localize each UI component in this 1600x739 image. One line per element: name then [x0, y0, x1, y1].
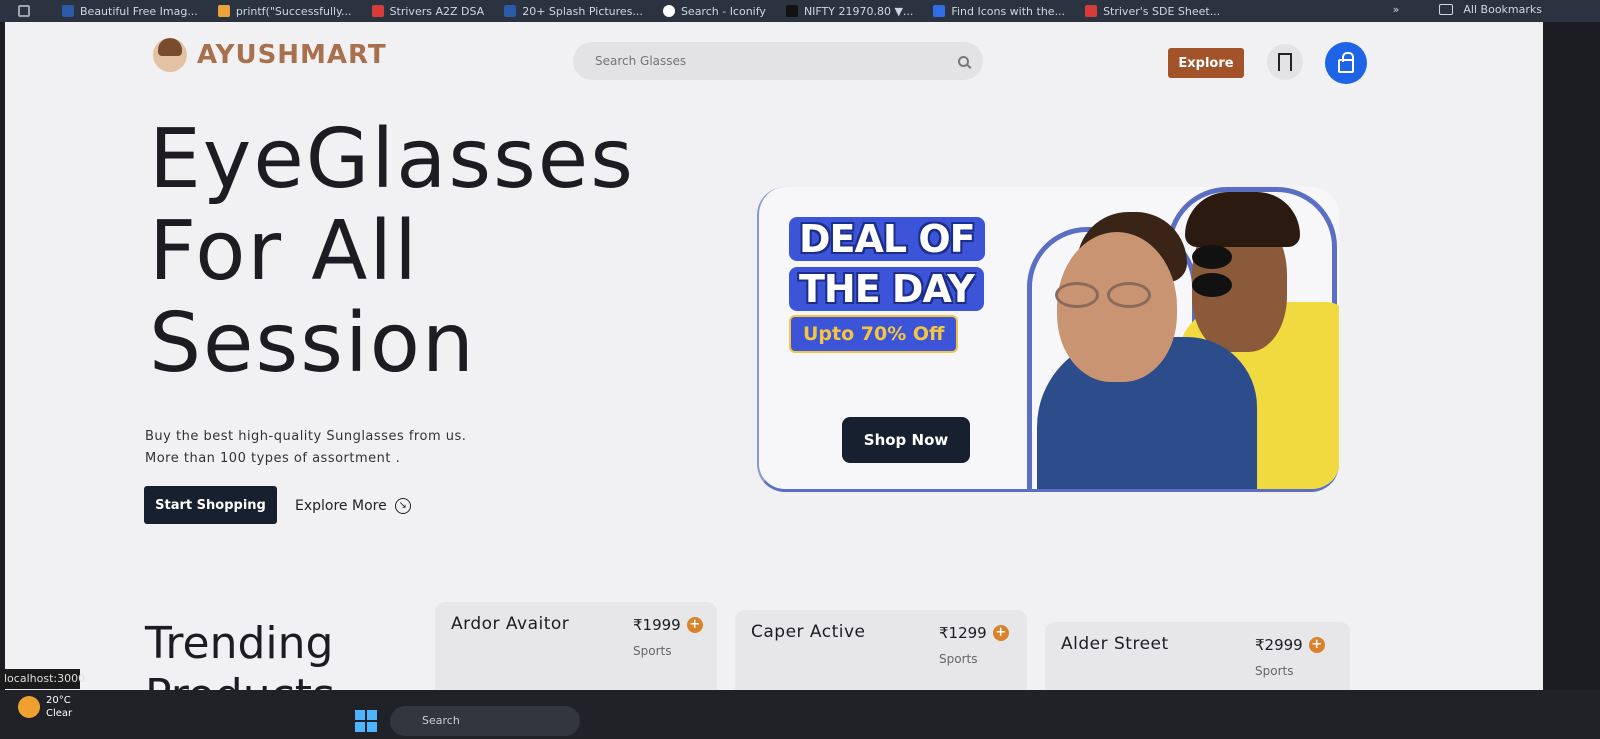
- weather-temperature: 20°C: [46, 695, 71, 706]
- product-price: ₹1999 +: [633, 616, 703, 634]
- site-favicon-icon: [504, 5, 517, 17]
- product-price-value: ₹2999: [1255, 636, 1303, 654]
- windows-start-icon[interactable]: [355, 710, 377, 732]
- product-price-value: ₹1999: [633, 616, 681, 634]
- bookmarks-right: » All Bookmarks: [1393, 3, 1542, 16]
- hero-description: Buy the best high-quality Sunglasses fro…: [145, 426, 466, 470]
- product-name: Caper Active: [751, 622, 866, 642]
- sunglasses-icon: [1192, 245, 1292, 297]
- product-name: Ardor Avaitor: [451, 614, 570, 634]
- wishlist-button[interactable]: [1267, 44, 1303, 80]
- hero-title-line: For All: [149, 204, 419, 299]
- product-price-value: ₹1299: [939, 624, 987, 642]
- taskbar-search[interactable]: Search: [390, 706, 580, 736]
- site-favicon-icon: [933, 5, 946, 17]
- add-to-cart-icon[interactable]: +: [686, 617, 703, 633]
- page-viewport: AYUSHMART Explore EyeGlasses For All Ses…: [5, 22, 1543, 712]
- start-shopping-button[interactable]: Start Shopping: [144, 486, 277, 524]
- bookmark-label: Find Icons with the...: [951, 4, 1066, 18]
- bookmark-item[interactable]: Find Icons with the...: [933, 5, 1065, 18]
- site-favicon-icon: [785, 5, 798, 17]
- bookmarks-bar: Beautiful Free Imag... printf("Successfu…: [0, 0, 1600, 22]
- product-category: Sports: [633, 644, 672, 658]
- search-icon[interactable]: [958, 55, 969, 67]
- bookmark-item[interactable]: Search - Iconify: [662, 4, 766, 18]
- site-favicon-icon: [62, 5, 74, 17]
- models-image: [1017, 187, 1339, 489]
- bookmark-label: printf("Successfully...: [235, 4, 352, 18]
- trending-title-line: Trending: [145, 618, 334, 669]
- weather-icon: [18, 696, 40, 718]
- search-input[interactable]: [595, 54, 958, 68]
- bookmark-label: NIFTY 21970.80 ▼...: [803, 4, 914, 18]
- site-favicon-icon: [1085, 5, 1098, 17]
- product-price: ₹1299 +: [939, 624, 1009, 642]
- hero-title: EyeGlasses For All Session: [149, 114, 635, 390]
- site-favicon-icon: [217, 5, 230, 17]
- bookmark-label: Strivers A2Z DSA: [389, 4, 485, 18]
- bookmark-label: Beautiful Free Imag...: [80, 4, 198, 18]
- arrow-circle-icon: ↘: [394, 498, 411, 514]
- bookmark-item[interactable]: Beautiful Free Imag...: [62, 5, 198, 18]
- cart-button[interactable]: [1325, 42, 1367, 84]
- product-category: Sports: [1255, 664, 1294, 678]
- shop-now-button[interactable]: Shop Now: [842, 417, 970, 463]
- deal-badge: DEAL OF THE DAY Upto 70% Off: [789, 217, 1019, 367]
- os-taskbar: 20°C Clear Search: [0, 690, 1600, 739]
- deal-offer: Upto 70% Off: [789, 315, 959, 353]
- deal-title-line: DEAL OF: [789, 217, 985, 261]
- explore-button[interactable]: Explore: [1168, 48, 1244, 78]
- bookmark-label: Search - Iconify: [680, 4, 766, 18]
- navbar: AYUSHMART Explore: [5, 22, 1543, 92]
- bookmark-icon: [1278, 53, 1292, 71]
- site-favicon-icon: [371, 5, 384, 17]
- search-bar[interactable]: [573, 42, 983, 80]
- explore-more-link[interactable]: Explore More ↘: [295, 498, 411, 514]
- product-category: Sports: [939, 652, 978, 666]
- bookmark-item[interactable]: Striver's SDE Sheet...: [1085, 5, 1220, 18]
- man-hair: [1185, 192, 1300, 247]
- add-to-cart-icon[interactable]: +: [992, 625, 1009, 641]
- product-price: ₹2999 +: [1255, 636, 1325, 654]
- shopping-bag-icon: [1338, 52, 1354, 73]
- weather-condition: Clear: [46, 708, 73, 719]
- bookmarks-overflow-button[interactable]: »: [1393, 3, 1400, 16]
- add-to-cart-icon[interactable]: +: [1308, 637, 1325, 653]
- weather-widget[interactable]: 20°C Clear: [18, 694, 72, 720]
- hero-desc-line: More than 100 types of assortment .: [145, 451, 401, 466]
- bookmark-label: Striver's SDE Sheet...: [1103, 4, 1221, 18]
- folder-icon: [1439, 4, 1454, 15]
- bookmark-label: 20+ Splash Pictures...: [522, 4, 643, 18]
- apps-grid-icon[interactable]: [18, 5, 30, 17]
- hero-title-line: EyeGlasses: [149, 112, 635, 207]
- all-bookmarks-button[interactable]: All Bookmarks: [1463, 3, 1542, 16]
- brand-name: AYUSHMART: [197, 40, 387, 70]
- bookmark-item[interactable]: 20+ Splash Pictures...: [504, 5, 643, 18]
- site-favicon-icon: [662, 5, 675, 17]
- hero-title-line: Session: [149, 296, 476, 391]
- bookmark-item[interactable]: printf("Successfully...: [217, 4, 352, 18]
- eyeglasses-icon: [1055, 282, 1165, 308]
- deal-title-line: THE DAY: [789, 267, 984, 311]
- explore-more-label: Explore More: [295, 498, 387, 514]
- logo-avatar-icon: [153, 38, 187, 72]
- bookmark-item[interactable]: NIFTY 21970.80 ▼...: [785, 4, 914, 18]
- product-name: Alder Street: [1061, 634, 1169, 654]
- bookmark-item[interactable]: Strivers A2Z DSA: [371, 4, 485, 18]
- deal-banner[interactable]: DEAL OF THE DAY Upto 70% Off Shop Now: [757, 187, 1339, 492]
- brand-logo[interactable]: AYUSHMART: [153, 38, 387, 72]
- hero-desc-line: Buy the best high-quality Sunglasses fro…: [145, 429, 467, 444]
- dev-url-label: localhost:3000: [0, 669, 85, 689]
